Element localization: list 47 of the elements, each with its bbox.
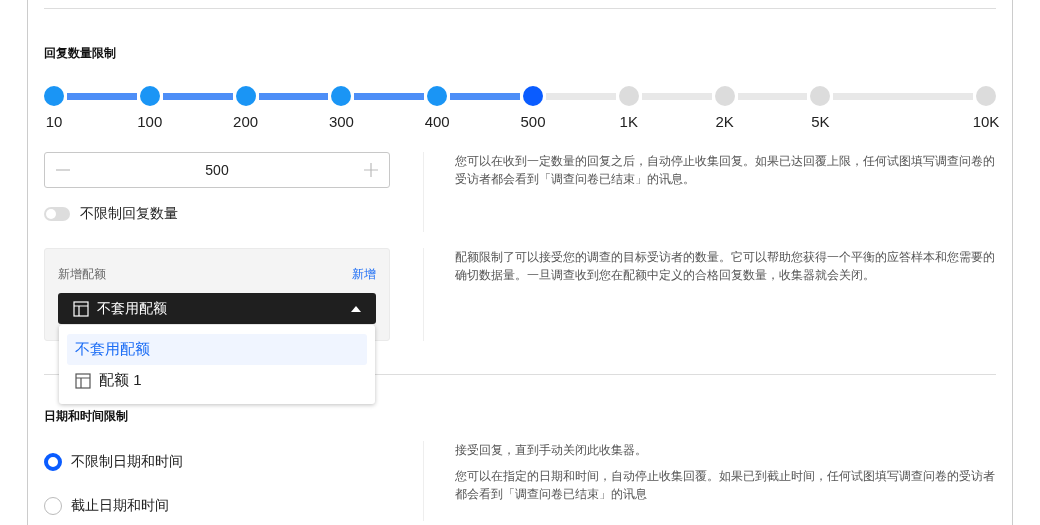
slider-step-dot[interactable] [235,86,256,106]
slider-step-dot[interactable] [139,86,160,106]
slider-step-dot[interactable] [618,86,639,106]
slider-track [162,92,233,100]
radio-option[interactable]: 不限制日期和时间 [44,453,390,471]
slider-step-label: 100 [137,113,163,130]
toggle-switch[interactable] [44,207,70,221]
description-text: 您可以在指定的日期和时间，自动停止收集回覆。如果已到截止时间，任何试图填写调查问卷的受访者都会看到「调查问卷已结束」的讯息 [455,468,996,503]
section-title: 日期和时间限制 [44,408,129,425]
radio-button[interactable] [44,497,62,515]
slider-step-dot[interactable] [44,86,64,106]
number-stepper[interactable]: 500 [44,152,390,188]
slider-step-label: 10K [972,113,1000,130]
slider-track [258,92,329,100]
stepper-value: 500 [205,162,229,178]
slider-step-dot[interactable] [975,86,996,106]
add-link[interactable]: 新增 [352,266,376,283]
table-icon [73,300,89,317]
field-label: 新增配额 [58,266,106,283]
slider-track [450,92,520,100]
radio-button[interactable] [44,453,62,471]
slider-step-dot[interactable] [523,86,543,106]
description-text: 接受回复，直到手动关闭此收集器。 [455,442,648,459]
caret-icon [351,305,361,312]
toggle-label: 不限制回复数量 [80,205,178,223]
table-icon [75,372,91,389]
plus-icon[interactable] [363,162,379,178]
menu-item[interactable]: 配额 1 [67,365,367,396]
slider-track [354,92,425,100]
slider-step-dot[interactable] [427,86,448,106]
slider-step-label: 200 [233,113,259,130]
slider-step-label: 500 [520,113,546,130]
section-title: 回复数量限制 [44,45,117,62]
menu-item[interactable]: 不套用配额 [67,334,367,365]
slider-step-label: 10 [45,113,63,130]
slider-step-label: 1K [619,113,638,130]
slider-step-dot[interactable] [331,86,352,106]
slider-step-label: 400 [424,113,450,130]
slider-step-dot[interactable] [810,86,831,106]
slider-step-label: 2K [715,113,734,130]
slider-track [67,92,137,100]
radio-option[interactable]: 截止日期和时间 [44,497,390,515]
slider-step-dot[interactable] [714,86,735,106]
description-text: 配额限制了可以接受您的调查的目标受访者的数量。它可以帮助您获得一个平衡的应答样本和您需要的确切数据量。一旦调查收到您在配额中定义的合格回复数量，收集器就会关闭。 [455,249,996,284]
slider-step-label: 300 [328,113,354,130]
description-text: 您可以在收到一定数量的回复之后，自动停止收集回复。如果已达回覆上限，任何试图填写调查问卷的受访者都会看到「调查问卷已结束」的讯息。 [455,153,996,188]
slider-step-label: 5K [811,113,830,130]
